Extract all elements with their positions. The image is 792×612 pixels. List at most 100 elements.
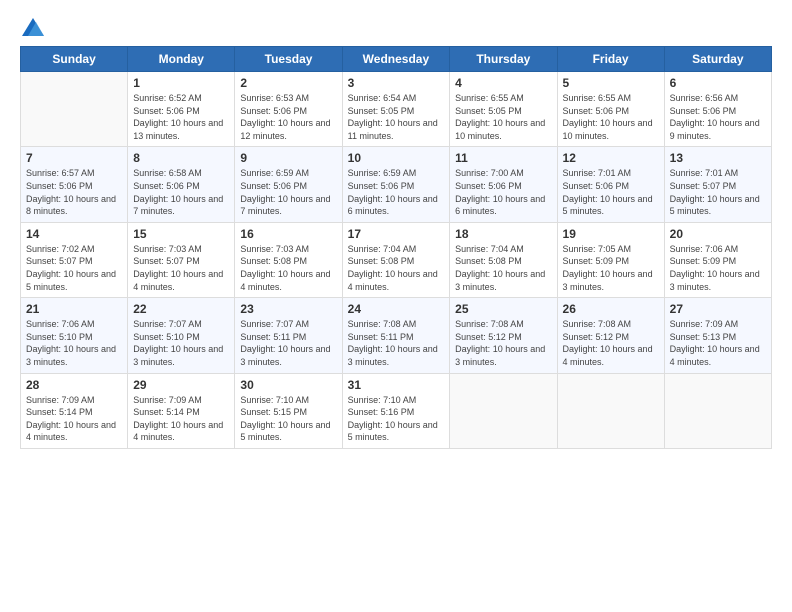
page: SundayMondayTuesdayWednesdayThursdayFrid… bbox=[0, 0, 792, 612]
day-number: 16 bbox=[240, 227, 336, 241]
day-number: 15 bbox=[133, 227, 229, 241]
day-number: 23 bbox=[240, 302, 336, 316]
calendar-cell: 28Sunrise: 7:09 AMSunset: 5:14 PMDayligh… bbox=[21, 373, 128, 448]
day-number: 13 bbox=[670, 151, 766, 165]
day-info: Sunrise: 7:01 AMSunset: 5:06 PMDaylight:… bbox=[563, 167, 659, 217]
column-header-friday: Friday bbox=[557, 47, 664, 72]
day-number: 1 bbox=[133, 76, 229, 90]
day-info: Sunrise: 7:03 AMSunset: 5:07 PMDaylight:… bbox=[133, 243, 229, 293]
day-info: Sunrise: 6:52 AMSunset: 5:06 PMDaylight:… bbox=[133, 92, 229, 142]
day-info: Sunrise: 6:53 AMSunset: 5:06 PMDaylight:… bbox=[240, 92, 336, 142]
calendar-cell: 16 Sunrise: 7:03 AMSunset: 5:08 PMDayligh… bbox=[235, 222, 342, 297]
day-number: 20 bbox=[670, 227, 766, 241]
calendar-cell: 5 Sunrise: 6:55 AMSunset: 5:06 PMDaylight… bbox=[557, 72, 664, 147]
logo-icon bbox=[22, 18, 44, 36]
day-info: Sunrise: 7:10 AMSunset: 5:15 PMDaylight:… bbox=[240, 394, 336, 444]
column-header-tuesday: Tuesday bbox=[235, 47, 342, 72]
calendar-cell: 20 Sunrise: 7:06 AMSunset: 5:09 PMDayligh… bbox=[664, 222, 771, 297]
day-info: Sunrise: 6:54 AMSunset: 5:05 PMDaylight:… bbox=[348, 92, 445, 142]
day-info: Sunrise: 6:59 AMSunset: 5:06 PMDaylight:… bbox=[240, 167, 336, 217]
calendar-cell: 22 Sunrise: 7:07 AMSunset: 5:10 PMDayligh… bbox=[128, 298, 235, 373]
calendar-cell: 9 Sunrise: 6:59 AMSunset: 5:06 PMDaylight… bbox=[235, 147, 342, 222]
calendar-cell: 15 Sunrise: 7:03 AMSunset: 5:07 PMDayligh… bbox=[128, 222, 235, 297]
calendar-cell: 4 Sunrise: 6:55 AMSunset: 5:05 PMDaylight… bbox=[450, 72, 557, 147]
column-header-saturday: Saturday bbox=[664, 47, 771, 72]
day-number: 31 bbox=[348, 378, 445, 392]
calendar-cell: 24 Sunrise: 7:08 AMSunset: 5:11 PMDayligh… bbox=[342, 298, 450, 373]
day-info: Sunrise: 7:10 AMSunset: 5:16 PMDaylight:… bbox=[348, 394, 445, 444]
column-header-wednesday: Wednesday bbox=[342, 47, 450, 72]
header bbox=[20, 18, 772, 36]
day-info: Sunrise: 7:08 AMSunset: 5:12 PMDaylight:… bbox=[455, 318, 551, 368]
calendar-cell: 10Sunrise: 6:59 AMSunset: 5:06 PMDayligh… bbox=[342, 147, 450, 222]
day-info: Sunrise: 6:57 AMSunset: 5:06 PMDaylight:… bbox=[26, 167, 122, 217]
day-number: 30 bbox=[240, 378, 336, 392]
calendar-week-row: 14Sunrise: 7:02 AMSunset: 5:07 PMDayligh… bbox=[21, 222, 772, 297]
day-number: 7 bbox=[26, 151, 122, 165]
day-info: Sunrise: 7:09 AMSunset: 5:13 PMDaylight:… bbox=[670, 318, 766, 368]
day-number: 5 bbox=[563, 76, 659, 90]
day-info: Sunrise: 7:02 AMSunset: 5:07 PMDaylight:… bbox=[26, 243, 122, 293]
day-number: 19 bbox=[563, 227, 659, 241]
day-info: Sunrise: 7:04 AMSunset: 5:08 PMDaylight:… bbox=[455, 243, 551, 293]
calendar-cell bbox=[557, 373, 664, 448]
calendar-cell: 8 Sunrise: 6:58 AMSunset: 5:06 PMDaylight… bbox=[128, 147, 235, 222]
day-number: 22 bbox=[133, 302, 229, 316]
calendar-week-row: 28Sunrise: 7:09 AMSunset: 5:14 PMDayligh… bbox=[21, 373, 772, 448]
day-info: Sunrise: 7:09 AMSunset: 5:14 PMDaylight:… bbox=[133, 394, 229, 444]
day-number: 11 bbox=[455, 151, 551, 165]
calendar-cell bbox=[664, 373, 771, 448]
calendar-week-row: 21Sunrise: 7:06 AMSunset: 5:10 PMDayligh… bbox=[21, 298, 772, 373]
calendar-cell: 31 Sunrise: 7:10 AMSunset: 5:16 PMDayligh… bbox=[342, 373, 450, 448]
day-number: 8 bbox=[133, 151, 229, 165]
calendar-cell: 6 Sunrise: 6:56 AMSunset: 5:06 PMDaylight… bbox=[664, 72, 771, 147]
day-number: 26 bbox=[563, 302, 659, 316]
calendar-cell: 12Sunrise: 7:01 AMSunset: 5:06 PMDayligh… bbox=[557, 147, 664, 222]
calendar-cell: 23 Sunrise: 7:07 AMSunset: 5:11 PMDayligh… bbox=[235, 298, 342, 373]
day-info: Sunrise: 7:09 AMSunset: 5:14 PMDaylight:… bbox=[26, 394, 122, 444]
day-info: Sunrise: 7:07 AMSunset: 5:10 PMDaylight:… bbox=[133, 318, 229, 368]
calendar-cell: 11 Sunrise: 7:00 AMSunset: 5:06 PMDayligh… bbox=[450, 147, 557, 222]
calendar-week-row: 7 Sunrise: 6:57 AMSunset: 5:06 PMDaylight… bbox=[21, 147, 772, 222]
day-info: Sunrise: 6:59 AMSunset: 5:06 PMDaylight:… bbox=[348, 167, 445, 217]
day-info: Sunrise: 6:55 AMSunset: 5:06 PMDaylight:… bbox=[563, 92, 659, 142]
column-header-monday: Monday bbox=[128, 47, 235, 72]
calendar-cell: 19 Sunrise: 7:05 AMSunset: 5:09 PMDayligh… bbox=[557, 222, 664, 297]
calendar-cell: 7 Sunrise: 6:57 AMSunset: 5:06 PMDaylight… bbox=[21, 147, 128, 222]
calendar-header-row: SundayMondayTuesdayWednesdayThursdayFrid… bbox=[21, 47, 772, 72]
day-number: 4 bbox=[455, 76, 551, 90]
day-number: 2 bbox=[240, 76, 336, 90]
calendar-cell: 14Sunrise: 7:02 AMSunset: 5:07 PMDayligh… bbox=[21, 222, 128, 297]
calendar-cell: 17 Sunrise: 7:04 AMSunset: 5:08 PMDayligh… bbox=[342, 222, 450, 297]
day-number: 9 bbox=[240, 151, 336, 165]
calendar-table: SundayMondayTuesdayWednesdayThursdayFrid… bbox=[20, 46, 772, 449]
day-info: Sunrise: 7:08 AMSunset: 5:11 PMDaylight:… bbox=[348, 318, 445, 368]
calendar-cell bbox=[21, 72, 128, 147]
day-number: 25 bbox=[455, 302, 551, 316]
column-header-sunday: Sunday bbox=[21, 47, 128, 72]
day-info: Sunrise: 6:55 AMSunset: 5:05 PMDaylight:… bbox=[455, 92, 551, 142]
calendar-cell: 1 Sunrise: 6:52 AMSunset: 5:06 PMDaylight… bbox=[128, 72, 235, 147]
day-info: Sunrise: 7:06 AMSunset: 5:10 PMDaylight:… bbox=[26, 318, 122, 368]
day-number: 3 bbox=[348, 76, 445, 90]
day-number: 17 bbox=[348, 227, 445, 241]
day-info: Sunrise: 6:58 AMSunset: 5:06 PMDaylight:… bbox=[133, 167, 229, 217]
day-info: Sunrise: 7:05 AMSunset: 5:09 PMDaylight:… bbox=[563, 243, 659, 293]
calendar-cell: 3 Sunrise: 6:54 AMSunset: 5:05 PMDaylight… bbox=[342, 72, 450, 147]
day-info: Sunrise: 7:04 AMSunset: 5:08 PMDaylight:… bbox=[348, 243, 445, 293]
calendar-cell: 13Sunrise: 7:01 AMSunset: 5:07 PMDayligh… bbox=[664, 147, 771, 222]
column-header-thursday: Thursday bbox=[450, 47, 557, 72]
day-info: Sunrise: 7:03 AMSunset: 5:08 PMDaylight:… bbox=[240, 243, 336, 293]
calendar-cell: 29Sunrise: 7:09 AMSunset: 5:14 PMDayligh… bbox=[128, 373, 235, 448]
day-number: 24 bbox=[348, 302, 445, 316]
calendar-cell: 30 Sunrise: 7:10 AMSunset: 5:15 PMDayligh… bbox=[235, 373, 342, 448]
day-info: Sunrise: 6:56 AMSunset: 5:06 PMDaylight:… bbox=[670, 92, 766, 142]
day-info: Sunrise: 7:08 AMSunset: 5:12 PMDaylight:… bbox=[563, 318, 659, 368]
calendar-week-row: 1 Sunrise: 6:52 AMSunset: 5:06 PMDaylight… bbox=[21, 72, 772, 147]
logo bbox=[20, 18, 44, 36]
day-info: Sunrise: 7:00 AMSunset: 5:06 PMDaylight:… bbox=[455, 167, 551, 217]
day-info: Sunrise: 7:07 AMSunset: 5:11 PMDaylight:… bbox=[240, 318, 336, 368]
calendar-cell: 18Sunrise: 7:04 AMSunset: 5:08 PMDayligh… bbox=[450, 222, 557, 297]
day-info: Sunrise: 7:06 AMSunset: 5:09 PMDaylight:… bbox=[670, 243, 766, 293]
day-number: 6 bbox=[670, 76, 766, 90]
